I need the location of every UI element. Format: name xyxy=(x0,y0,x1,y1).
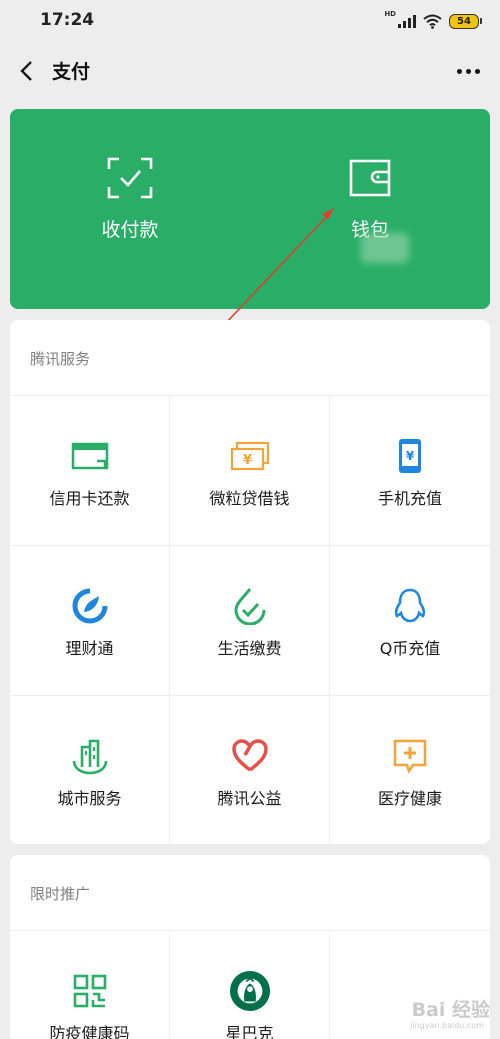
status-indicators: HD 54 xyxy=(384,11,482,31)
city-services-icon xyxy=(72,739,107,775)
network-type-label: HD xyxy=(384,10,396,18)
utility-bill-icon xyxy=(233,588,265,625)
health-code-icon xyxy=(73,974,106,1008)
starbucks-logo-icon xyxy=(229,970,270,1012)
service-city-services[interactable]: 城市服务 xyxy=(10,696,170,844)
wealth-icon xyxy=(72,588,107,624)
status-time: 17:24 xyxy=(40,10,95,30)
more-icon xyxy=(456,68,462,74)
promo-starbucks[interactable]: 星巴克 xyxy=(170,931,330,1039)
signal-icon xyxy=(398,14,416,28)
section-title: 腾讯服务 xyxy=(30,350,91,368)
battery-level: 54 xyxy=(449,13,479,29)
service-utility-bills[interactable]: 生活缴费 xyxy=(170,546,330,696)
credit-card-icon xyxy=(71,442,108,470)
medical-icon xyxy=(393,739,427,774)
service-label: 城市服务 xyxy=(57,789,122,808)
promo-label: 星巴克 xyxy=(225,1024,274,1039)
promo-label: 防疫健康码 xyxy=(49,1024,130,1039)
service-wealth-management[interactable]: 理财通 xyxy=(10,546,170,696)
phone-topup-icon: ¥ xyxy=(399,439,421,473)
svg-text:¥: ¥ xyxy=(242,453,251,468)
nav-bar: 支付 xyxy=(0,42,500,100)
back-button[interactable] xyxy=(10,55,42,87)
battery-icon: 54 xyxy=(449,13,482,29)
service-q-coin-topup[interactable]: Q币充值 xyxy=(330,546,490,696)
blurred-balance xyxy=(361,233,409,263)
tencent-services-card: 腾讯服务 信用卡还款 ¥ 微粒贷借钱 ¥ 手机充值 理财通 生活缴费 Q币充值 … xyxy=(10,320,490,844)
receive-pay-button[interactable]: 收付款 xyxy=(10,109,250,309)
service-phone-topup[interactable]: ¥ 手机充值 xyxy=(330,396,490,546)
status-bar: 17:24 HD 54 xyxy=(0,0,500,42)
scan-qr-icon xyxy=(107,157,153,199)
more-options-button[interactable] xyxy=(452,55,484,87)
service-medical-health[interactable]: 医疗健康 xyxy=(330,696,490,844)
promo-empty-slot xyxy=(330,931,490,1039)
service-label: 医疗健康 xyxy=(377,789,442,808)
pay-card: 收付款 钱包 xyxy=(10,109,490,309)
service-label: Q币充值 xyxy=(379,639,441,658)
service-label: 生活缴费 xyxy=(217,639,282,658)
service-label: 信用卡还款 xyxy=(49,489,130,508)
promo-health-code[interactable]: 防疫健康码 xyxy=(10,931,170,1039)
receive-pay-label: 收付款 xyxy=(101,219,159,241)
service-tencent-charity[interactable]: 腾讯公益 xyxy=(170,696,330,844)
wifi-icon xyxy=(423,14,442,29)
wallet-button[interactable]: 钱包 xyxy=(250,109,490,309)
service-label: 理财通 xyxy=(65,639,114,658)
charity-heart-icon xyxy=(231,739,268,772)
loan-icon: ¥ xyxy=(230,441,269,471)
wallet-icon xyxy=(349,159,391,197)
service-label: 微粒贷借钱 xyxy=(209,489,290,508)
chevron-left-icon xyxy=(20,61,32,81)
promotions-card: 限时推广 防疫健康码 星巴克 xyxy=(10,855,490,1039)
service-label: 手机充值 xyxy=(377,489,442,508)
services-grid: 信用卡还款 ¥ 微粒贷借钱 ¥ 手机充值 理财通 生活缴费 Q币充值 城市服务 … xyxy=(10,395,490,844)
svg-text:¥: ¥ xyxy=(406,449,415,463)
section-title: 限时推广 xyxy=(30,885,91,903)
page-title: 支付 xyxy=(52,61,91,83)
qq-penguin-icon xyxy=(394,588,426,623)
service-micro-loan[interactable]: ¥ 微粒贷借钱 xyxy=(170,396,330,546)
service-label: 腾讯公益 xyxy=(217,789,282,808)
service-credit-card-repayment[interactable]: 信用卡还款 xyxy=(10,396,170,546)
promotions-grid: 防疫健康码 星巴克 xyxy=(10,930,490,1039)
